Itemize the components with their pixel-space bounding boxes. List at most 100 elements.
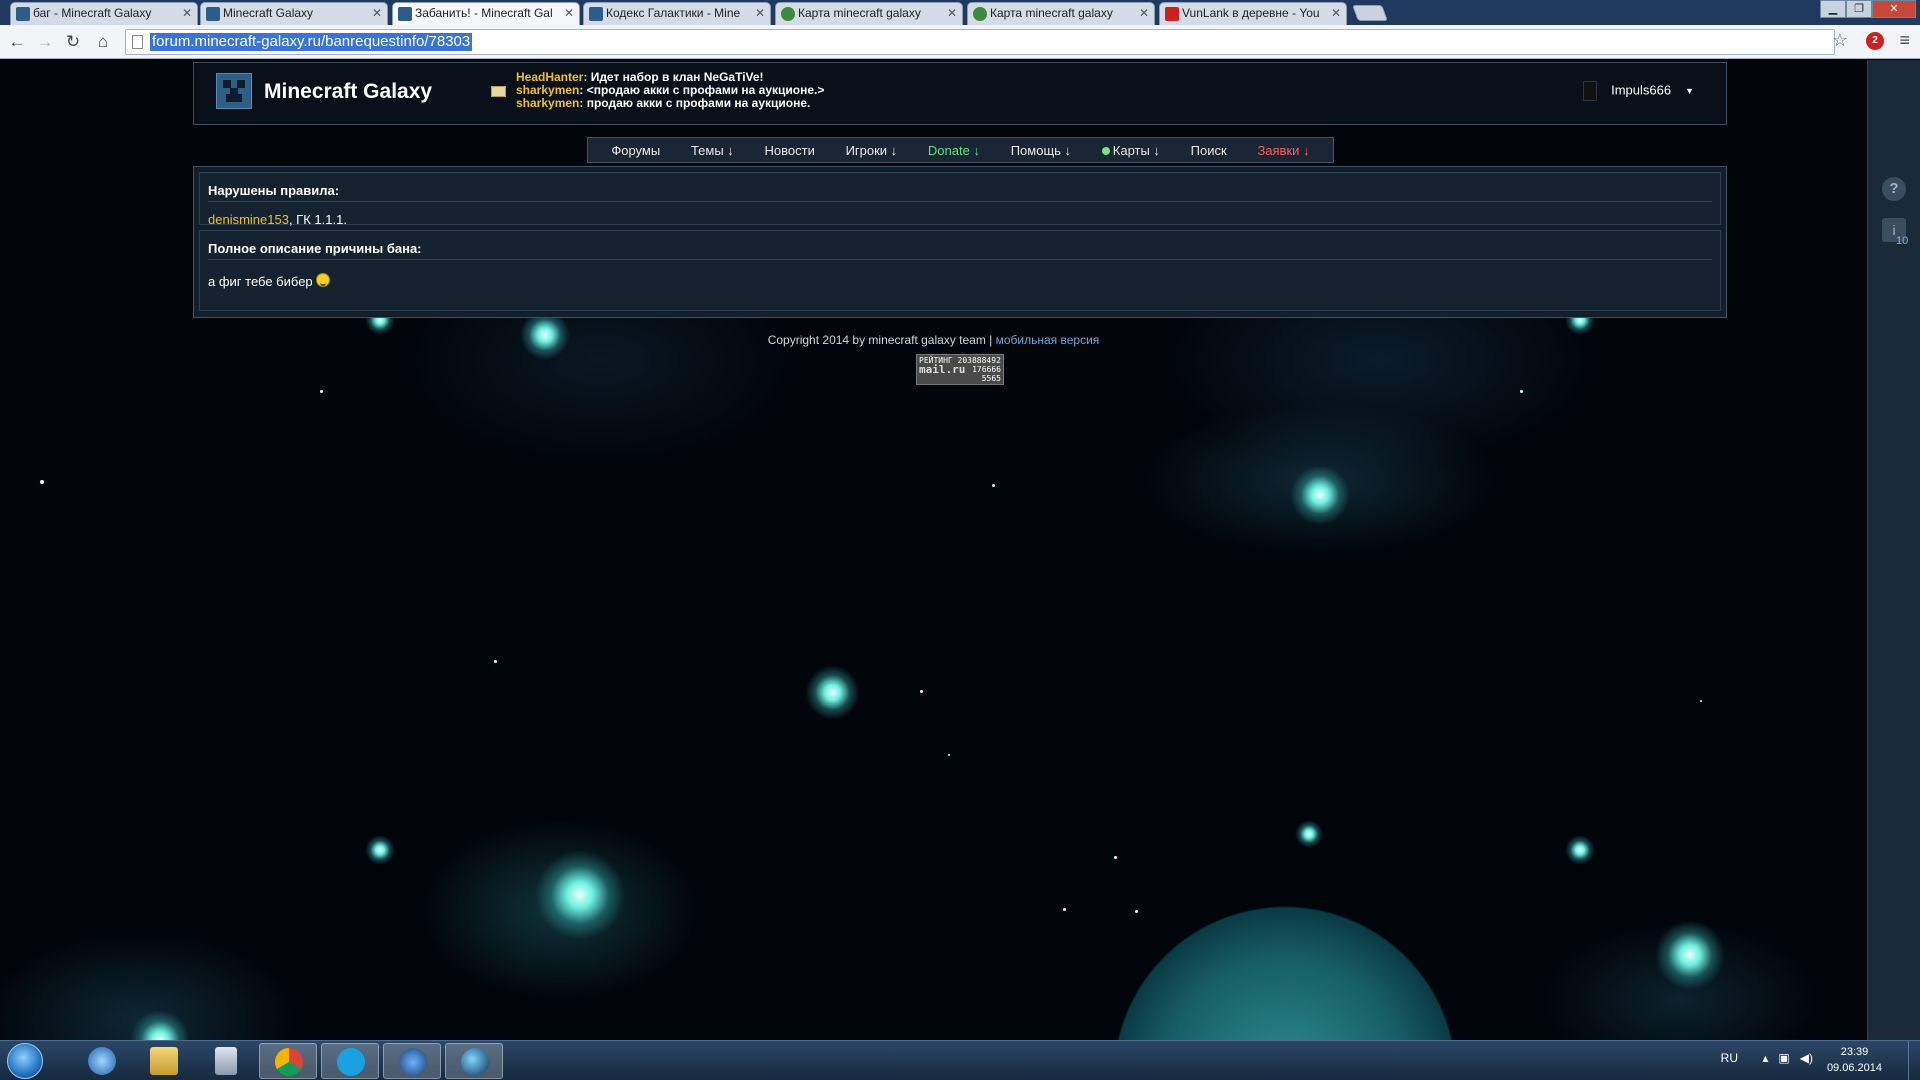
star-glow bbox=[1655, 920, 1725, 990]
envelope-icon[interactable] bbox=[491, 86, 506, 97]
tab-5[interactable]: Карта minecraft galaxy ✕ bbox=[775, 2, 963, 25]
nav-topics[interactable]: Темы ↓ bbox=[691, 143, 734, 158]
show-desktop-button[interactable] bbox=[1908, 1041, 1920, 1080]
star-dot bbox=[1520, 390, 1523, 393]
close-tab-icon[interactable]: ✕ bbox=[182, 3, 192, 24]
rules-text: , ГК 1.1.1. bbox=[288, 212, 347, 227]
nav-players[interactable]: Игроки ↓ bbox=[846, 143, 898, 158]
tab-favicon-icon bbox=[398, 7, 412, 21]
creeper-logo-icon[interactable] bbox=[216, 73, 252, 109]
ban-request-panel: Нарушены правила: denismine153, ГК 1.1.1… bbox=[193, 166, 1727, 318]
site-nav: Форумы Темы ↓ Новости Игроки ↓ Donate ↓ … bbox=[587, 137, 1334, 163]
close-tab-icon[interactable]: ✕ bbox=[1139, 3, 1149, 24]
restore-icon[interactable]: ❐ bbox=[1846, 0, 1872, 18]
nav-maps[interactable]: Карты ↓ bbox=[1101, 143, 1160, 158]
nav-help[interactable]: Помощь ↓ bbox=[1011, 143, 1071, 158]
tab-1[interactable]: баг - Minecraft Galaxy ✕ bbox=[10, 2, 198, 25]
taskbar-calculator[interactable] bbox=[197, 1043, 255, 1079]
tab-favicon-icon bbox=[589, 7, 603, 21]
media-player-icon bbox=[88, 1047, 116, 1075]
arrow-right-icon[interactable]: → bbox=[34, 31, 56, 53]
shout-text: : <продаю акки с профами на аукционе.> bbox=[579, 83, 825, 97]
shout-author[interactable]: sharkymen bbox=[516, 83, 579, 97]
avatar bbox=[1583, 81, 1598, 101]
network-icon[interactable]: ▣ bbox=[1778, 1051, 1789, 1065]
close-tab-icon[interactable]: ✕ bbox=[947, 3, 957, 24]
nav-requests[interactable]: Заявки ↓ bbox=[1257, 143, 1309, 158]
menu-icon[interactable]: ≡ bbox=[1899, 30, 1910, 51]
reload-icon[interactable]: ↻ bbox=[62, 31, 84, 53]
star-dot bbox=[948, 754, 950, 756]
close-window-icon[interactable]: ✕ bbox=[1872, 0, 1916, 18]
chevron-up-icon[interactable]: ▴ bbox=[1762, 1051, 1768, 1065]
close-tab-icon[interactable]: ✕ bbox=[564, 3, 574, 24]
copyright-text: Copyright 2014 by minecraft galaxy team … bbox=[767, 333, 996, 347]
taskbar-app[interactable] bbox=[383, 1043, 441, 1079]
tab-favicon-icon bbox=[16, 7, 30, 21]
reason-body: а фиг тебе бибер bbox=[208, 273, 330, 289]
tab-strip: баг - Minecraft Galaxy ✕ Minecraft Galax… bbox=[0, 0, 1920, 25]
banned-user-link[interactable]: denismine153 bbox=[208, 212, 289, 227]
site-title[interactable]: Minecraft Galaxy bbox=[264, 80, 432, 104]
help-icon[interactable]: ? bbox=[1882, 177, 1906, 201]
volume-icon[interactable]: ◀) bbox=[1800, 1051, 1813, 1065]
shout-author[interactable]: sharkymen bbox=[516, 96, 579, 110]
reason-section: Полное описание причины бана: а фиг тебе… bbox=[199, 230, 1721, 311]
tab-4[interactable]: Кодекс Галактики - Mine ✕ bbox=[583, 2, 771, 25]
user-menu[interactable]: Impuls666 ▼ bbox=[1583, 81, 1694, 101]
url-text[interactable]: forum.minecraft-galaxy.ru/banrequestinfo… bbox=[150, 33, 473, 51]
extension-icon[interactable]: 2 bbox=[1866, 32, 1884, 50]
home-icon[interactable]: ⌂ bbox=[92, 31, 114, 53]
star-dot bbox=[992, 484, 995, 487]
mobile-version-link[interactable]: мобильная версия bbox=[996, 333, 1100, 347]
star-glow bbox=[535, 850, 625, 940]
taskbar-media-player[interactable] bbox=[73, 1043, 131, 1079]
tab-2[interactable]: Minecraft Galaxy ✕ bbox=[200, 2, 388, 25]
star-dot bbox=[1114, 856, 1117, 859]
shout-text: : продаю акки с профами на аукционе. bbox=[579, 96, 811, 110]
taskbar-skype[interactable] bbox=[321, 1043, 379, 1079]
youtube-favicon-icon bbox=[1165, 7, 1179, 21]
star-dot bbox=[1700, 700, 1702, 702]
shout-line: sharkymen: продаю акки с профами на аукц… bbox=[516, 97, 824, 110]
star-glow bbox=[365, 835, 395, 865]
start-button[interactable] bbox=[7, 1043, 43, 1079]
taskbar-explorer[interactable] bbox=[135, 1043, 193, 1079]
side-panel: ? i 10 bbox=[1867, 60, 1920, 1040]
notification-count: 10 bbox=[1896, 235, 1909, 247]
taskbar-chrome[interactable] bbox=[259, 1043, 317, 1079]
close-tab-icon[interactable]: ✕ bbox=[755, 3, 765, 24]
reason-title: Полное описание причины бана: bbox=[208, 241, 422, 256]
clock[interactable]: 23:39 09.06.2014 bbox=[1827, 1044, 1882, 1076]
rules-body: denismine153, ГК 1.1.1. bbox=[208, 212, 347, 227]
rules-section: Нарушены правила: denismine153, ГК 1.1.1… bbox=[199, 172, 1721, 227]
shout-text: : Идет набор в клан NeGaTiVe! bbox=[583, 70, 764, 84]
language-indicator[interactable]: RU bbox=[1721, 1051, 1738, 1065]
star-glow bbox=[1290, 465, 1350, 525]
tab-7[interactable]: VunLank в деревне - You ✕ bbox=[1159, 2, 1347, 25]
skype-icon bbox=[337, 1048, 365, 1076]
tab-6[interactable]: Карта minecraft galaxy ✕ bbox=[967, 2, 1155, 25]
globe-icon bbox=[461, 1048, 489, 1076]
address-bar[interactable]: forum.minecraft-galaxy.ru/banrequestinfo… bbox=[125, 29, 1835, 55]
taskbar-app-2[interactable] bbox=[445, 1043, 503, 1079]
close-tab-icon[interactable]: ✕ bbox=[1331, 3, 1341, 24]
tab-3-active[interactable]: Забанить! - Minecraft Gal ✕ bbox=[392, 2, 580, 25]
new-tab-button[interactable] bbox=[1352, 5, 1388, 21]
arrow-left-icon[interactable]: ← bbox=[6, 31, 28, 53]
mailru-counter[interactable]: РЕЙТИНГ 203888492 mail.ru 176666 5565 bbox=[916, 354, 1004, 385]
star-dot bbox=[40, 480, 44, 484]
rules-title: Нарушены правила: bbox=[208, 183, 340, 198]
tab-title: Minecraft Galaxy bbox=[223, 6, 314, 20]
nav-forums[interactable]: Форумы bbox=[611, 143, 660, 158]
close-tab-icon[interactable]: ✕ bbox=[372, 3, 382, 24]
nav-news[interactable]: Новости bbox=[765, 143, 815, 158]
star-icon[interactable]: ☆ bbox=[1832, 30, 1848, 51]
nav-search[interactable]: Поиск bbox=[1191, 143, 1227, 158]
tab-title: Кодекс Галактики - Mine bbox=[606, 6, 741, 20]
shout-author[interactable]: HeadHanter bbox=[516, 70, 583, 84]
counter-body: mail.ru 176666 5565 bbox=[919, 364, 1001, 383]
minimize-icon[interactable]: ▁ bbox=[1820, 0, 1846, 18]
nav-donate[interactable]: Donate ↓ bbox=[928, 143, 980, 158]
divider bbox=[208, 259, 1712, 260]
